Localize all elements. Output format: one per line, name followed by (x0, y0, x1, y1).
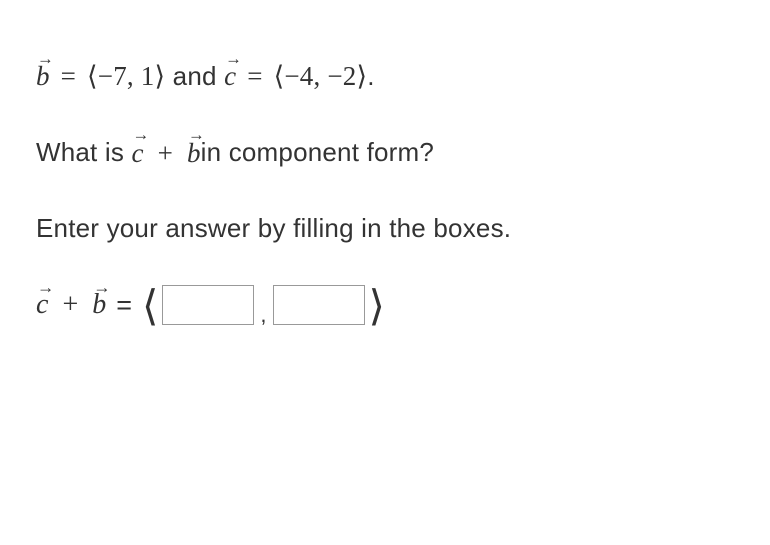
and-text: and (165, 57, 224, 96)
vector-arrow-icon: → (188, 122, 205, 147)
plus-sign: + (151, 138, 180, 168)
answer-input-y[interactable] (273, 285, 365, 325)
vector-c-symbol: → c (132, 133, 144, 174)
vector-c-def: → c = ⟨−4, −2⟩ (224, 56, 367, 97)
expression-c-plus-b: → c + → b (132, 133, 201, 174)
vector-arrow-icon: → (225, 46, 242, 71)
vector-c-components: ⟨−4, −2⟩ (274, 61, 368, 91)
plus-sign: + (55, 289, 85, 320)
right-angle-bracket: ⟩ (369, 286, 385, 328)
vector-b-symbol: → b (92, 289, 106, 321)
vector-arrow-icon: → (133, 122, 150, 147)
left-angle-bracket: ⟨ (142, 286, 158, 328)
answer-row: → c + → b = ⟨ , ⟩ (36, 284, 734, 326)
vector-arrow-icon: → (93, 278, 110, 298)
instruction-line: Enter your answer by filling in the boxe… (36, 209, 734, 248)
vector-b-def: → b = ⟨−7, 1⟩ (36, 56, 165, 97)
vector-arrow-icon: → (37, 46, 54, 71)
vector-c-symbol: → c (36, 289, 48, 321)
vector-b-symbol: → b (187, 133, 201, 174)
instruction-text: Enter your answer by filling in the boxe… (36, 209, 511, 248)
equals-sign: = (116, 290, 132, 321)
given-vectors-line: → b = ⟨−7, 1⟩ and → c = ⟨−4, −2⟩ . (36, 56, 734, 97)
period-text: . (367, 57, 374, 96)
comma-text: , (260, 302, 266, 328)
vector-arrow-icon: → (37, 278, 54, 298)
vector-b-symbol: → b (36, 56, 50, 97)
question-prefix: What is (36, 133, 132, 172)
vector-b-components: ⟨−7, 1⟩ (87, 61, 165, 91)
vector-c-symbol: → c (224, 56, 236, 97)
question-line: What is → c + → b in component form? (36, 133, 734, 174)
question-suffix: in component form? (201, 133, 434, 172)
answer-lhs: → c + → b (36, 289, 106, 321)
answer-input-x[interactable] (162, 285, 254, 325)
